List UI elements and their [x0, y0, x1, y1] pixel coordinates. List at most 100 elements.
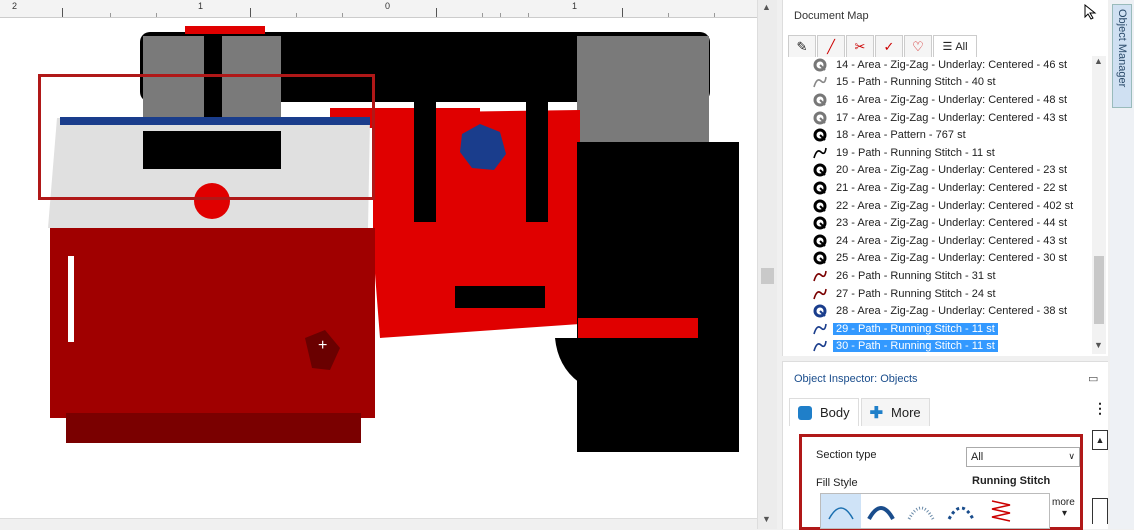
list-item-label: 30 - Path - Running Stitch - 11 st	[833, 340, 998, 353]
scroll-up-icon[interactable]: ▲	[1094, 56, 1103, 66]
scroll-up-icon[interactable]: ▲	[762, 2, 771, 12]
tab-heart[interactable]: ♡	[904, 35, 932, 57]
object-inspector-panel: Object Inspector: Objects ▭ Body ✚ More …	[782, 361, 1108, 530]
area-solid-icon	[813, 304, 827, 318]
scroll-down-icon[interactable]: ▼	[1094, 340, 1103, 350]
list-icon: ☰	[942, 41, 953, 53]
panel-title: Document Map	[794, 10, 869, 22]
panel-title: Object Inspector: Objects	[794, 373, 918, 385]
list-item[interactable]: 24 - Area - Zig-Zag - Underlay: Centered…	[813, 232, 1097, 250]
svg-text:+: +	[318, 337, 327, 354]
fill-style-value: Running Stitch	[972, 475, 1051, 487]
kebab-menu-icon[interactable]: ⋮	[1093, 400, 1107, 417]
list-item[interactable]: 28 - Area - Zig-Zag - Underlay: Centered…	[813, 302, 1097, 320]
tab-body[interactable]: Body	[789, 398, 859, 426]
scroll-down-icon[interactable]: ▼	[762, 514, 771, 524]
list-item[interactable]: 17 - Area - Zig-Zag - Underlay: Centered…	[813, 109, 1097, 127]
tab-needle[interactable]: ✓	[875, 35, 903, 57]
list-item-label: 17 - Area - Zig-Zag - Underlay: Centered…	[836, 111, 1068, 124]
scroll-top-icon[interactable]: ▲	[1092, 430, 1108, 450]
list-item[interactable]: 18 - Area - Pattern - 767 st	[813, 126, 1097, 144]
list-item-label: 21 - Area - Zig-Zag - Underlay: Centered…	[836, 181, 1068, 194]
bean-stitch-swatch[interactable]	[901, 494, 941, 528]
chevron-down-icon: ▾	[1062, 508, 1068, 519]
area-solid-icon	[813, 216, 827, 230]
inspector-scrollbar[interactable]: ▲	[1091, 426, 1109, 529]
list-item[interactable]: 23 - Area - Zig-Zag - Underlay: Centered…	[813, 214, 1097, 232]
brush-icon: ╱	[827, 38, 835, 54]
tab-all[interactable]: ☰ All	[933, 35, 977, 57]
fill-style-label: Fill Style	[816, 477, 858, 489]
tab-pencil[interactable]: ✎	[788, 35, 816, 57]
body-icon	[798, 405, 812, 420]
area-outline-icon	[813, 58, 827, 72]
list-item[interactable]: 16 - Area - Zig-Zag - Underlay: Centered…	[813, 91, 1097, 109]
ruler-label: 1	[572, 1, 578, 11]
path-icon	[813, 287, 827, 301]
list-item[interactable]: 22 - Area - Zig-Zag - Underlay: Centered…	[813, 197, 1097, 215]
scroll-thumb[interactable]	[1094, 256, 1104, 324]
satin-arc-swatch[interactable]	[861, 494, 901, 528]
cursor-icon	[1084, 4, 1097, 20]
list-item[interactable]: 26 - Path - Running Stitch - 31 st	[813, 267, 1097, 285]
zigzag-swatch[interactable]	[981, 494, 1021, 528]
minimize-icon[interactable]: ▭	[1088, 372, 1098, 385]
section-type-label: Section type	[816, 449, 877, 461]
list-item[interactable]: 20 - Area - Zig-Zag - Underlay: Centered…	[813, 162, 1097, 180]
list-item-label: 28 - Area - Zig-Zag - Underlay: Centered…	[836, 305, 1068, 318]
list-item[interactable]: 15 - Path - Running Stitch - 40 st	[813, 74, 1097, 92]
tab-all-label: All	[955, 40, 968, 53]
area-solid-icon	[813, 128, 827, 142]
section-type-value: All	[971, 451, 984, 463]
path-icon	[813, 75, 827, 89]
path-icon	[813, 339, 827, 353]
canvas-vertical-scrollbar[interactable]: ▲ ▼	[757, 0, 777, 529]
ruler-label: 2	[12, 1, 18, 11]
list-item[interactable]: 29 - Path - Running Stitch - 11 st	[813, 320, 1097, 338]
document-map-tabs: ✎ ╱ ✂ ✓ ♡ ☰ All	[788, 35, 978, 57]
design-canvas[interactable]: 2 1 0 1 +	[0, 0, 777, 529]
list-item-label: 19 - Path - Running Stitch - 11 st	[836, 146, 995, 159]
area-solid-icon	[813, 163, 827, 177]
area-solid-icon	[813, 234, 827, 248]
area-outline-icon	[813, 111, 827, 125]
list-item-label: 20 - Area - Zig-Zag - Underlay: Centered…	[836, 164, 1068, 177]
more-styles-button[interactable]: more ▾	[1052, 497, 1075, 519]
section-type-select[interactable]: All ∨	[966, 447, 1080, 467]
area-solid-icon	[813, 199, 827, 213]
list-item[interactable]: 21 - Area - Zig-Zag - Underlay: Centered…	[813, 179, 1097, 197]
path-icon	[813, 269, 827, 283]
ruler-label: 0	[385, 1, 391, 11]
list-item-label: 18 - Area - Pattern - 767 st	[836, 129, 966, 142]
list-item[interactable]: 30 - Path - Running Stitch - 11 st	[813, 338, 1097, 355]
area-solid-icon	[813, 251, 827, 265]
list-item[interactable]: 27 - Path - Running Stitch - 24 st	[813, 285, 1097, 303]
horizontal-scrollbar[interactable]	[0, 518, 757, 529]
list-item[interactable]: 14 - Area - Zig-Zag - Underlay: Centered…	[813, 56, 1097, 74]
object-manager-tab[interactable]: Object Manager	[1112, 4, 1132, 108]
area-solid-icon	[813, 181, 827, 195]
object-list[interactable]: 14 - Area - Zig-Zag - Underlay: Centered…	[813, 56, 1097, 354]
needle-icon: ✓	[883, 38, 895, 54]
tab-brush[interactable]: ╱	[817, 35, 845, 57]
list-item-label: 26 - Path - Running Stitch - 31 st	[836, 269, 996, 282]
more-styles-label: more	[1052, 497, 1075, 508]
list-item-label: 15 - Path - Running Stitch - 40 st	[836, 76, 996, 89]
heart-outline-icon: ♡	[912, 38, 924, 54]
scissors-icon: ✂	[854, 38, 866, 54]
ruler-label: 1	[198, 1, 204, 11]
running-stitch-swatch[interactable]	[821, 494, 861, 528]
list-item[interactable]: 19 - Path - Running Stitch - 11 st	[813, 144, 1097, 162]
list-item[interactable]: 25 - Area - Zig-Zag - Underlay: Centered…	[813, 250, 1097, 268]
chevron-down-icon: ∨	[1068, 451, 1075, 461]
scroll-thumb[interactable]	[761, 268, 774, 284]
path-icon	[813, 146, 827, 160]
list-item-label: 14 - Area - Zig-Zag - Underlay: Centered…	[836, 58, 1068, 71]
tab-scissors[interactable]: ✂	[846, 35, 874, 57]
tab-body-label: Body	[820, 405, 850, 420]
list-scrollbar[interactable]: ▲ ▼	[1092, 56, 1106, 354]
scroll-bottom-icon[interactable]	[1092, 498, 1108, 524]
tab-more-label: More	[891, 405, 921, 420]
tab-more[interactable]: ✚ More	[860, 398, 930, 426]
candlewick-swatch[interactable]	[941, 494, 981, 528]
